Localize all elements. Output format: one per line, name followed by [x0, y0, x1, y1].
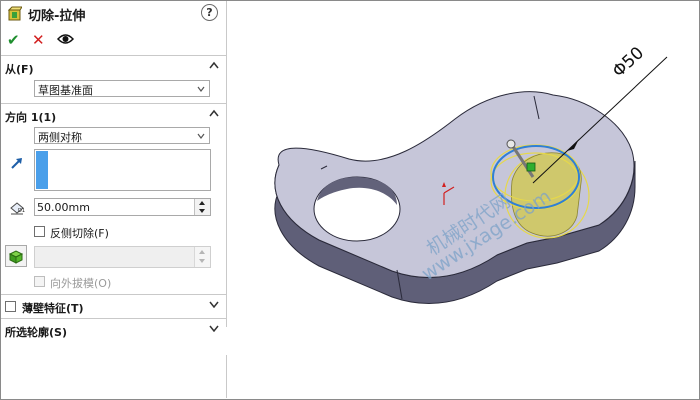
help-icon[interactable]: ?	[201, 4, 218, 21]
draft-angle-input	[34, 246, 211, 268]
cancel-x-icon[interactable]: ✕	[32, 31, 45, 49]
end-condition-value: 两侧对称	[38, 131, 82, 144]
spin-up-icon[interactable]	[199, 201, 205, 205]
graphics-viewport[interactable]: Φ50 机械时代网 www.jxage.com	[227, 1, 699, 398]
feature-title: 切除-拉伸	[28, 9, 86, 24]
draft-toggle-button[interactable]	[5, 245, 27, 267]
flip-side-to-cut-option[interactable]: 反侧切除(F)	[34, 225, 214, 241]
extruded-cut-icon	[8, 6, 22, 21]
chevron-up-icon[interactable]	[209, 109, 219, 117]
draft-angle-spinner	[194, 247, 210, 267]
chevron-down-icon[interactable]	[209, 324, 219, 332]
chevron-down-icon	[197, 86, 205, 92]
draft-outward-label: 向外拔模(O)	[50, 277, 112, 290]
separator	[1, 103, 227, 104]
chevron-down-icon[interactable]	[209, 300, 219, 308]
draft-outward-checkbox	[34, 276, 45, 287]
end-condition-select[interactable]: 两侧对称	[34, 127, 210, 144]
depth-spinner[interactable]	[194, 199, 210, 215]
selected-contours-section-header[interactable]: 所选轮廓(S)	[1, 322, 226, 340]
spin-down-icon	[199, 259, 205, 263]
thin-feature-section-header[interactable]: 薄壁特征(T)	[1, 298, 226, 316]
from-section-label: 从(F)	[5, 63, 34, 76]
svg-text:D1: D1	[18, 208, 25, 214]
draft-outward-option: 向外拔模(O)	[34, 275, 214, 291]
model-canvas[interactable]: Φ50 机械时代网 www.jxage.com	[227, 1, 699, 398]
spin-down-icon[interactable]	[199, 209, 205, 213]
from-section-header[interactable]: 从(F)	[1, 59, 226, 77]
depth-value: 50.00mm	[37, 201, 90, 214]
flip-side-checkbox[interactable]	[34, 226, 45, 237]
selected-contours-label: 所选轮廓(S)	[5, 326, 67, 339]
direction-reference-listbox[interactable]	[34, 149, 211, 191]
thin-feature-label: 薄壁特征(T)	[22, 302, 84, 315]
drag-handle-knob[interactable]	[506, 139, 516, 149]
listbox-selection-bar	[36, 151, 48, 189]
depth-dimension-icon: D1	[10, 202, 25, 215]
property-manager-panel: 切除-拉伸 ? ✔ ✕ 从(F) 草图基准面 方向 1(1) 两侧对称 D1 5…	[1, 1, 227, 398]
direction-arrow-icon	[11, 158, 22, 169]
sketch-origin-marker	[526, 162, 536, 172]
feature-title-row: 切除-拉伸 ?	[1, 1, 226, 27]
from-selected-value: 草图基准面	[38, 84, 93, 97]
direction1-section-label: 方向 1(1)	[5, 111, 57, 124]
confirm-toolbar: ✔ ✕	[1, 29, 226, 51]
spin-up-icon	[199, 250, 205, 254]
chevron-down-icon	[197, 133, 205, 139]
preview-eye-icon[interactable]	[57, 33, 74, 45]
chevron-up-icon[interactable]	[209, 61, 219, 69]
direction1-section-header[interactable]: 方向 1(1)	[1, 107, 226, 125]
draft-cube-icon	[8, 250, 24, 264]
diameter-dimension-label[interactable]: Φ50	[609, 43, 648, 82]
depth-input[interactable]: 50.00mm	[34, 198, 211, 216]
separator	[1, 318, 227, 319]
from-start-condition-select[interactable]: 草图基准面	[34, 80, 210, 97]
separator	[1, 294, 227, 295]
thin-feature-checkbox[interactable]	[5, 301, 16, 312]
ok-checkmark-icon[interactable]: ✔	[7, 31, 20, 49]
separator	[1, 55, 227, 56]
flip-side-label: 反侧切除(F)	[50, 227, 109, 240]
